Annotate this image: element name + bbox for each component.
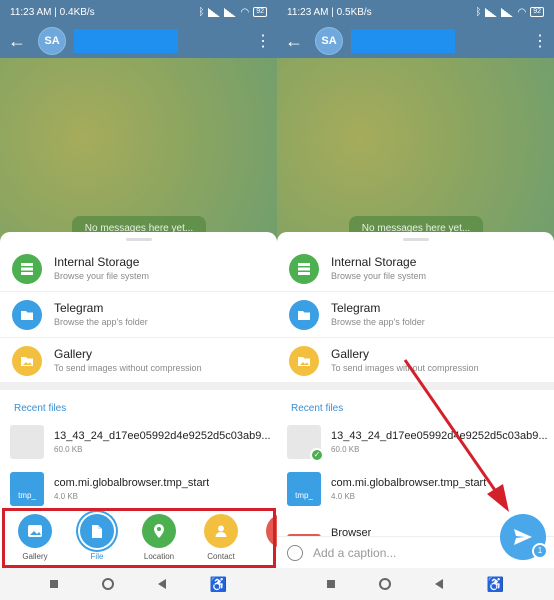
file-name: com.mi.globalbrowser.tmp_start — [54, 476, 210, 489]
file-thumbnail — [10, 425, 44, 459]
recent-file-item[interactable]: tmp_ com.mi.globalbrowser.tmp_start 4.0 … — [10, 469, 277, 509]
avatar[interactable]: SA — [38, 27, 66, 55]
tab-contact[interactable]: Contact — [198, 508, 244, 568]
option-subtitle: To send images without compression — [54, 363, 202, 373]
status-icons: ᛒ ◠ 92 — [198, 7, 267, 18]
android-nav-bar: ♿ — [0, 568, 277, 600]
tab-location[interactable]: Location — [136, 508, 182, 568]
tab-file[interactable]: File — [74, 508, 120, 568]
redacted-contact-name[interactable] — [74, 29, 178, 53]
status-time: 11:23 AM | 0.4KB/s — [10, 6, 95, 18]
image-icon — [12, 346, 42, 376]
file-size: 60.0 KB — [54, 444, 83, 454]
option-title: Telegram — [54, 300, 104, 315]
status-bar: 11:23 AM | 0.4KB/s ᛒ ◠ 92 — [0, 0, 277, 24]
signal-icon — [224, 7, 237, 17]
phone-left: 11:23 AM | 0.4KB/s ᛒ ◠ 92 ← SA ⋮ No mess… — [0, 0, 277, 600]
tab-label: Contact — [207, 552, 235, 561]
file-meta: com.mi.globalbrowser.tmp_start 4.0 KB — [54, 476, 209, 503]
tab-label: File — [90, 552, 104, 561]
option-gallery[interactable]: Gallery To send images without compressi… — [0, 338, 277, 384]
music-icon — [266, 514, 277, 548]
accessibility-icon[interactable]: ♿ — [210, 576, 227, 593]
contact-person-icon — [204, 514, 238, 548]
attach-tab-bar: Gallery File Location Contact — [0, 508, 277, 568]
annotation-arrow — [403, 359, 509, 512]
signal-icon — [208, 7, 221, 17]
option-telegram[interactable]: Telegram Browse the app's folder — [0, 292, 277, 338]
sheet-drag-handle[interactable] — [126, 238, 152, 241]
file-size: 4.0 KB — [54, 491, 79, 501]
file-type-icon: tmp_ — [10, 472, 44, 506]
file-icon — [80, 514, 114, 548]
chat-header: ← SA ⋮ — [0, 24, 277, 58]
bluetooth-icon: ᛒ — [198, 6, 205, 18]
recent-files-heading: Recent files — [14, 403, 67, 414]
phone-right: 11:23 AM | 0.5KB/s ᛒ ◠ 92 ← SA ⋮ No mess… — [277, 0, 554, 600]
wifi-icon: ◠ — [240, 6, 250, 18]
file-name: 13_43_24_d17ee05992d4e9252d5c03ab9... — [54, 429, 271, 442]
recents-square-icon[interactable] — [49, 580, 58, 588]
option-subtitle: Browse the app's folder — [54, 316, 148, 327]
location-pin-icon — [142, 514, 176, 548]
gallery-icon — [18, 514, 52, 548]
tab-label: Gallery — [22, 552, 48, 561]
option-text: Telegram Browse the app's folder — [54, 301, 148, 329]
tab-music[interactable]: Mu — [260, 508, 277, 568]
storage-icon — [12, 253, 42, 284]
tab-label: Location — [143, 552, 175, 561]
option-title: Internal Storage — [54, 254, 140, 269]
battery-icon: 92 — [253, 7, 267, 17]
more-options-icon[interactable]: ⋮ — [255, 31, 271, 51]
screenshot-comparison: 11:23 AM | 0.4KB/s ᛒ ◠ 92 ← SA ⋮ No mess… — [0, 0, 554, 600]
file-meta: 13_43_24_d17ee05992d4e9252d5c03ab9... 60… — [54, 429, 271, 456]
home-circle-icon[interactable] — [101, 578, 114, 590]
section-divider — [0, 382, 277, 390]
option-title: Gallery — [54, 347, 93, 361]
option-subtitle: Browse your file system — [54, 270, 150, 281]
back-triangle-icon[interactable] — [157, 579, 166, 589]
folder-icon — [12, 299, 42, 330]
option-text: Internal Storage Browse your file system — [54, 255, 149, 283]
back-arrow-icon[interactable]: ← — [8, 31, 38, 52]
option-text: Gallery To send images without compressi… — [54, 347, 202, 375]
recent-file-item[interactable]: 13_43_24_d17ee05992d4e9252d5c03ab9... 60… — [10, 422, 277, 462]
tab-gallery[interactable]: Gallery — [12, 508, 58, 568]
option-internal-storage[interactable]: Internal Storage Browse your file system — [0, 246, 277, 292]
attach-sheet: Internal Storage Browse your file system… — [0, 232, 277, 568]
